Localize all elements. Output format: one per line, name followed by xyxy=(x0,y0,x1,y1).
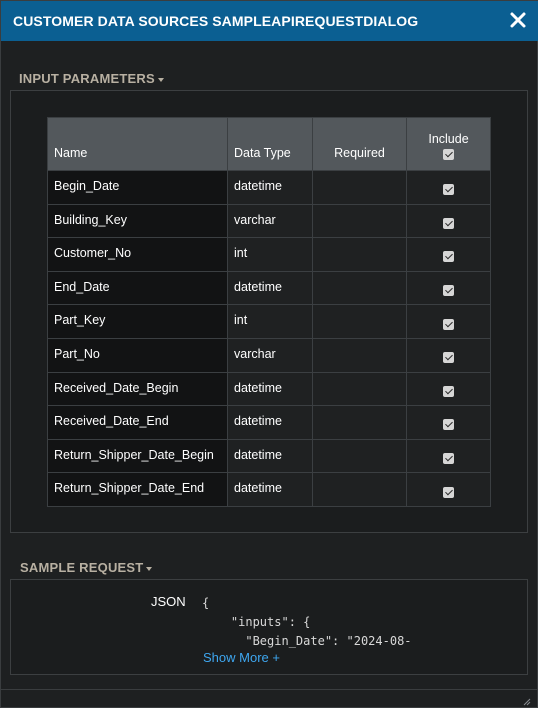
parameter-include-cell xyxy=(406,237,491,272)
parameter-include-cell xyxy=(406,438,491,474)
parameter-name-cell: Begin_Date xyxy=(47,170,228,205)
include-checkbox[interactable] xyxy=(443,452,454,464)
parameter-required-cell xyxy=(312,203,407,239)
parameter-data-type-cell: datetime xyxy=(227,170,313,205)
parameter-name-cell: End_Date xyxy=(47,270,228,306)
table-row: End_Date datetime xyxy=(47,270,491,306)
sample-request-label: SAMPLE REQUEST xyxy=(20,560,144,575)
include-checkbox[interactable] xyxy=(443,385,454,397)
parameter-include-cell xyxy=(406,337,491,373)
parameters-table: Name Data Type Required Include Begin_Da… xyxy=(47,117,491,507)
chevron-down-icon xyxy=(146,566,153,571)
show-more-link[interactable]: Show More + xyxy=(203,650,280,665)
parameter-data-type-cell: datetime xyxy=(227,371,313,407)
dialog-title: CUSTOMER DATA SOURCES SAMPLEAPIREQUESTDI… xyxy=(13,13,419,29)
resize-handle-icon[interactable] xyxy=(523,693,531,706)
column-header-name[interactable]: Name xyxy=(47,117,228,171)
column-header-data-type[interactable]: Data Type xyxy=(227,117,313,171)
include-checkbox[interactable] xyxy=(443,184,454,196)
parameter-name-cell: Part_No xyxy=(47,337,228,373)
include-checkbox[interactable] xyxy=(443,251,454,263)
parameter-include-cell xyxy=(406,203,491,239)
parameter-name-cell: Received_Date_Begin xyxy=(47,371,228,407)
parameter-data-type-cell: datetime xyxy=(227,270,313,306)
include-checkbox[interactable] xyxy=(443,352,454,364)
sample-request-header[interactable]: SAMPLE REQUEST xyxy=(20,560,153,575)
parameter-include-cell xyxy=(406,304,491,339)
table-row: Part_Key int xyxy=(47,304,491,339)
table-row: Part_No varchar xyxy=(47,337,491,373)
parameter-data-type-cell: int xyxy=(227,304,313,339)
parameter-include-cell xyxy=(406,270,491,306)
parameter-include-cell xyxy=(406,371,491,407)
close-icon xyxy=(510,12,526,28)
table-row: Return_Shipper_Date_Begin datetime xyxy=(47,438,491,474)
table-row: Received_Date_End datetime xyxy=(47,405,491,440)
include-checkbox[interactable] xyxy=(443,284,454,296)
parameter-data-type-cell: datetime xyxy=(227,472,313,507)
table-row: Return_Shipper_Date_End datetime xyxy=(47,472,491,507)
parameter-required-cell xyxy=(312,170,407,205)
column-header-required[interactable]: Required xyxy=(312,117,407,171)
dialog-footer-divider xyxy=(1,689,538,690)
table-row: Begin_Date datetime xyxy=(47,170,491,205)
parameter-name-cell: Return_Shipper_Date_End xyxy=(47,472,228,507)
input-parameters-panel: Name Data Type Required Include Begin_Da… xyxy=(10,90,528,533)
parameter-data-type-cell: int xyxy=(227,237,313,272)
parameter-name-cell: Part_Key xyxy=(47,304,228,339)
parameter-data-type-cell: datetime xyxy=(227,438,313,474)
chevron-down-icon xyxy=(157,77,164,82)
parameter-include-cell xyxy=(406,405,491,440)
json-code-preview: { "inputs": { "Begin_Date": "2024-08- xyxy=(202,596,412,648)
parameter-required-cell xyxy=(312,270,407,306)
table-header-row: Name Data Type Required Include xyxy=(47,117,491,171)
include-label: Include xyxy=(428,132,469,146)
parameter-required-cell xyxy=(312,405,407,440)
column-header-include: Include xyxy=(406,117,491,171)
table-row: Customer_No int xyxy=(47,237,491,272)
parameter-data-type-cell: datetime xyxy=(227,405,313,440)
include-checkbox[interactable] xyxy=(443,486,454,498)
include-checkbox[interactable] xyxy=(443,419,454,431)
parameter-required-cell xyxy=(312,371,407,407)
input-parameters-header[interactable]: INPUT PARAMETERS xyxy=(19,71,164,86)
parameter-include-cell xyxy=(406,472,491,507)
table-row: Received_Date_Begin datetime xyxy=(47,371,491,407)
sample-api-request-dialog: CUSTOMER DATA SOURCES SAMPLEAPIREQUESTDI… xyxy=(0,0,538,708)
dialog-title-bar: CUSTOMER DATA SOURCES SAMPLEAPIREQUESTDI… xyxy=(1,1,538,41)
parameter-name-cell: Building_Key xyxy=(47,203,228,239)
include-checkbox[interactable] xyxy=(443,318,454,330)
table-row: Building_Key varchar xyxy=(47,203,491,239)
json-format-label: JSON xyxy=(151,594,186,609)
parameter-data-type-cell: varchar xyxy=(227,337,313,373)
parameter-data-type-cell: varchar xyxy=(227,203,313,239)
include-checkbox[interactable] xyxy=(443,217,454,229)
parameter-required-cell xyxy=(312,304,407,339)
input-parameters-label: INPUT PARAMETERS xyxy=(19,71,155,86)
parameter-required-cell xyxy=(312,438,407,474)
parameter-name-cell: Return_Shipper_Date_Begin xyxy=(47,438,228,474)
sample-request-panel: JSON { "inputs": { "Begin_Date": "2024-0… xyxy=(10,579,528,675)
parameter-required-cell xyxy=(312,337,407,373)
parameter-required-cell xyxy=(312,237,407,272)
close-button[interactable] xyxy=(509,9,527,31)
include-all-checkbox[interactable] xyxy=(443,149,454,160)
parameter-name-cell: Customer_No xyxy=(47,237,228,272)
parameter-required-cell xyxy=(312,472,407,507)
parameter-name-cell: Received_Date_End xyxy=(47,405,228,440)
parameter-include-cell xyxy=(406,170,491,205)
